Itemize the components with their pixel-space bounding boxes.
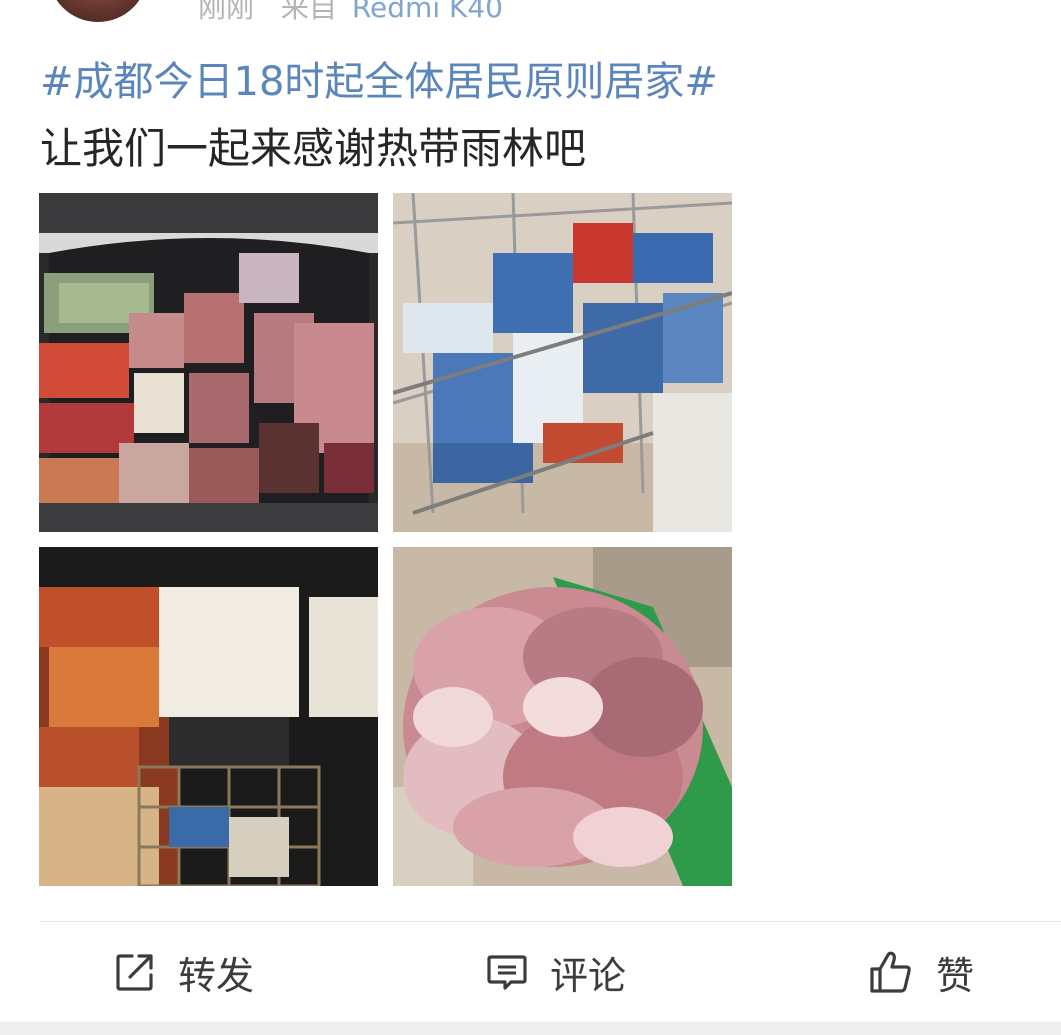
thumbs-up-icon — [870, 951, 911, 993]
comment-button[interactable]: 评论 — [486, 922, 626, 1022]
like-button[interactable]: 赞 — [868, 922, 974, 1022]
like-label: 赞 — [936, 953, 975, 998]
car-trunk-groceries-photo — [39, 193, 378, 532]
shopping-cart-milk-photo — [393, 193, 732, 532]
post-time: 刚刚 — [198, 0, 255, 24]
raw-pork-pile-photo — [393, 547, 732, 886]
photo-supermarket-meat-counter[interactable] — [39, 547, 378, 886]
photo-shopping-cart-milk[interactable] — [393, 193, 732, 532]
post-meta: 刚刚 来自 Redmi K40 — [198, 0, 503, 26]
comment-icon — [487, 955, 527, 990]
photo-raw-pork-pile[interactable] — [393, 547, 732, 886]
repost-icon — [116, 954, 153, 991]
comment-label: 评论 — [550, 953, 627, 998]
source-device[interactable]: Redmi K40 — [352, 0, 503, 24]
photo-car-trunk-groceries[interactable] — [39, 193, 378, 532]
repost-button[interactable]: 转发 — [114, 922, 254, 1022]
supermarket-meat-counter-photo — [39, 547, 378, 886]
bottom-bar — [0, 1022, 1061, 1035]
post-text: 让我们一起来感谢热带雨林吧 — [40, 124, 587, 173]
topic-hashtag[interactable]: #成都今日18时起全体居民原则居家# — [40, 54, 718, 110]
action-bar: 转发 评论 赞 — [0, 922, 1061, 1022]
source-prefix: 来自 — [280, 0, 337, 24]
avatar[interactable] — [48, 0, 148, 22]
post-header: 刚刚 来自 Redmi K40 — [0, 0, 1061, 30]
repost-label: 转发 — [178, 953, 255, 998]
